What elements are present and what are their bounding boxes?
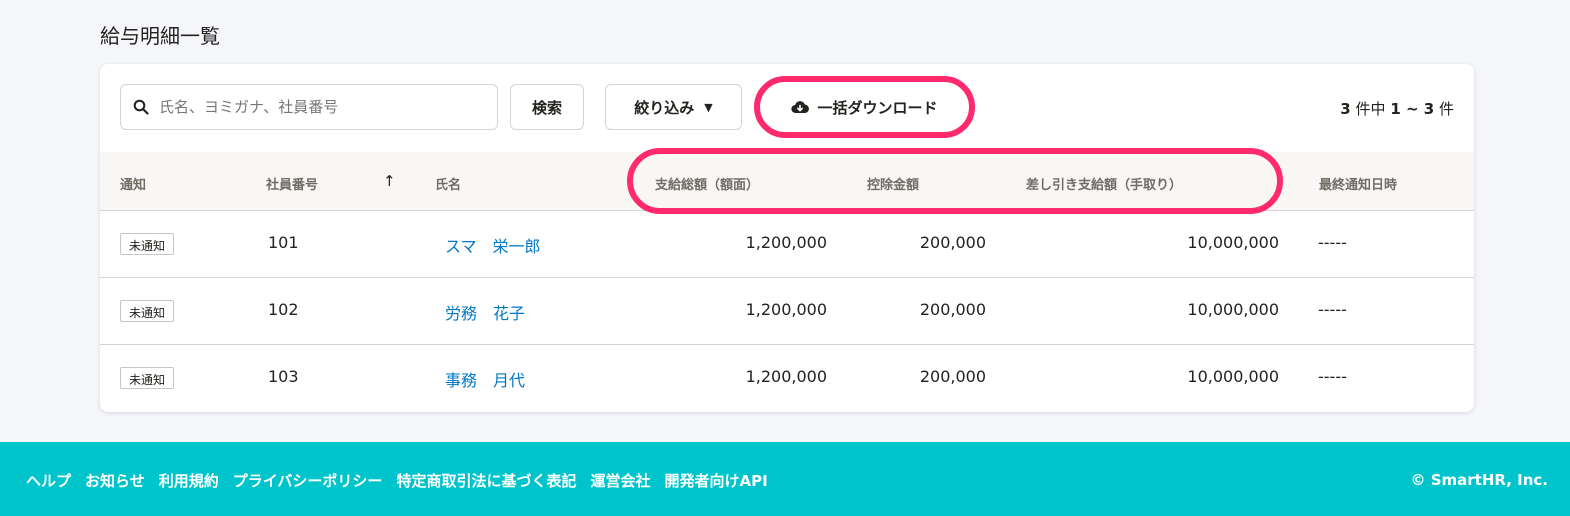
last-notified: ----- (1318, 367, 1347, 386)
footer-link-terms[interactable]: 利用規約 (159, 470, 219, 491)
table-row: 未通知 101 スマ 栄一郎 1,200,000 200,000 10,000,… (100, 211, 1474, 278)
caret-down-icon: ▼ (704, 100, 713, 114)
deduction-amount: 200,000 (919, 367, 986, 386)
net-amount: 10,000,000 (1187, 367, 1279, 386)
footer-links: ヘルプ お知らせ 利用規約 プライバシーポリシー 特定商取引法に基づく表記 運営… (26, 470, 782, 491)
search-button[interactable]: 検索 (510, 84, 584, 130)
result-count: 3 件中 1 ~ 3 件 (1340, 98, 1454, 119)
page-title: 給与明細一覧 (100, 24, 220, 48)
employee-name-link[interactable]: スマ 栄一郎 (445, 233, 541, 257)
header-employee-no[interactable]: 社員番号 (266, 174, 318, 193)
header-notify: 通知 (120, 178, 147, 193)
footer-link-company[interactable]: 運営会社 (590, 470, 650, 491)
footer-link-developer-api[interactable]: 開発者向けAPI (664, 470, 767, 491)
header-name: 氏名 (435, 178, 462, 193)
footer-link-commercial-law[interactable]: 特定商取引法に基づく表記 (396, 470, 576, 491)
last-notified: ----- (1318, 233, 1347, 252)
footer: ヘルプ お知らせ 利用規約 プライバシーポリシー 特定商取引法に基づく表記 運営… (0, 442, 1570, 516)
employee-no: 103 (268, 367, 299, 386)
copyright: © SmartHR, Inc. (1410, 471, 1549, 489)
count-range: 1 ~ 3 (1390, 100, 1435, 118)
status-badge: 未通知 (120, 367, 175, 389)
gross-amount: 1,200,000 (745, 367, 827, 386)
search-box[interactable] (120, 84, 498, 130)
table-header: 通知 社員番号 ↑ 氏名 支給総額（額面） 控除金額 差し引き支給額（手取り） … (100, 152, 1474, 211)
net-amount: 10,000,000 (1187, 233, 1279, 252)
status-badge: 未通知 (120, 300, 175, 322)
count-total: 3 (1340, 100, 1351, 118)
cloud-download-icon (791, 101, 810, 114)
header-deduction: 控除金額 (867, 178, 920, 193)
header-gross: 支給総額（額面） (655, 178, 760, 193)
employee-no: 102 (268, 300, 299, 319)
deduction-amount: 200,000 (919, 233, 986, 252)
search-icon (133, 99, 149, 115)
employee-name-link[interactable]: 事務 月代 (445, 367, 525, 391)
count-mid: 件中 (1355, 100, 1386, 118)
last-notified: ----- (1318, 300, 1347, 319)
table-row: 未通知 102 労務 花子 1,200,000 200,000 10,000,0… (100, 278, 1474, 345)
footer-link-privacy[interactable]: プライバシーポリシー (233, 470, 383, 491)
bulk-download-button[interactable]: 一括ダウンロード (764, 84, 965, 130)
filter-button-label: 絞り込み (634, 98, 695, 117)
employee-no: 101 (268, 233, 299, 252)
footer-link-help[interactable]: ヘルプ (26, 470, 71, 491)
header-net: 差し引き支給額（手取り） (1026, 178, 1183, 193)
toolbar: 検索 絞り込み ▼ 一括ダウンロード 3 件中 1 ~ 3 件 (100, 64, 1474, 152)
search-button-label: 検索 (531, 98, 562, 117)
count-suffix: 件 (1438, 100, 1454, 118)
employee-name-link[interactable]: 労務 花子 (445, 300, 525, 324)
arrow-up-icon[interactable]: ↑ (383, 172, 396, 190)
gross-amount: 1,200,000 (745, 300, 827, 319)
footer-link-news[interactable]: お知らせ (85, 470, 145, 491)
header-last-notified: 最終通知日時 (1319, 178, 1398, 193)
payslip-card: 検索 絞り込み ▼ 一括ダウンロード 3 件中 1 ~ 3 件 通知 社員番号 … (100, 64, 1474, 412)
net-amount: 10,000,000 (1187, 300, 1279, 319)
status-badge: 未通知 (120, 233, 175, 255)
table-row: 未通知 103 事務 月代 1,200,000 200,000 10,000,0… (100, 345, 1474, 412)
deduction-amount: 200,000 (919, 300, 986, 319)
filter-button[interactable]: 絞り込み ▼ (605, 84, 742, 130)
bulk-download-label: 一括ダウンロード (817, 98, 938, 117)
gross-amount: 1,200,000 (745, 233, 827, 252)
search-input[interactable] (157, 97, 481, 117)
